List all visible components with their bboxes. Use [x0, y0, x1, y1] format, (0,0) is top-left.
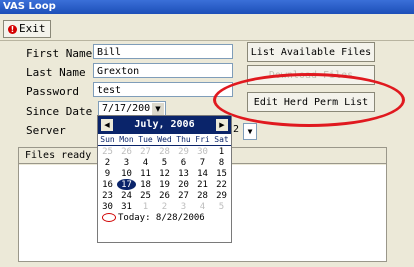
- calendar-day[interactable]: 11: [136, 168, 155, 179]
- calendar-week: 25 26 27 28 29 30 1: [98, 146, 231, 158]
- server-dropdown[interactable]: ▼: [243, 123, 257, 140]
- calendar-day[interactable]: 28: [193, 190, 212, 201]
- calendar-week: 23 24 25 26 27 28 29: [98, 190, 231, 201]
- calendar-day[interactable]: 29: [212, 190, 231, 201]
- calendar-day[interactable]: 4: [193, 201, 212, 212]
- password-label: Password: [26, 85, 79, 98]
- toolbar: ! Exit: [0, 14, 414, 41]
- calendar-today[interactable]: Today: 8/28/2006: [98, 212, 231, 224]
- calendar-day[interactable]: 12: [155, 168, 174, 179]
- calendar-day[interactable]: 20: [174, 179, 193, 190]
- today-label: Today: 8/28/2006: [118, 213, 205, 223]
- calendar-day[interactable]: 19: [155, 179, 174, 190]
- next-month-icon[interactable]: ▶: [216, 119, 228, 131]
- calendar-day[interactable]: 7: [193, 157, 212, 168]
- calendar-day[interactable]: 27: [136, 146, 155, 158]
- server-label: Server: [26, 124, 66, 137]
- calendar-week: 2345678: [98, 157, 231, 168]
- list-available-files-button[interactable]: List Available Files: [247, 42, 375, 62]
- calendar-day[interactable]: 1: [136, 201, 155, 212]
- first-name-label: First Name: [26, 47, 93, 60]
- since-date-value: 7/17/200: [102, 103, 151, 114]
- weekday-header: Tue: [136, 134, 155, 146]
- calendar-day[interactable]: 18: [136, 179, 155, 190]
- calendar-day[interactable]: 3: [174, 201, 193, 212]
- first-name-field[interactable]: Bill: [93, 44, 233, 59]
- calendar-header: ◀ July, 2006 ▶: [98, 116, 231, 134]
- calendar-day[interactable]: 6: [174, 157, 193, 168]
- calendar-day[interactable]: 25: [136, 190, 155, 201]
- calendar-week: 30 31 1 2 3 4 5: [98, 201, 231, 212]
- calendar-day[interactable]: 13: [174, 168, 193, 179]
- calendar-day[interactable]: 5: [212, 201, 231, 212]
- calendar-day[interactable]: 31: [117, 201, 136, 212]
- weekday-header: Sat: [212, 134, 231, 146]
- highlight-ellipse: [213, 73, 405, 127]
- calendar-day[interactable]: 9: [98, 168, 117, 179]
- calendar-day[interactable]: 16: [98, 179, 117, 190]
- calendar-day[interactable]: 14: [193, 168, 212, 179]
- calendar-day[interactable]: 30: [193, 146, 212, 158]
- calendar-day[interactable]: 28: [155, 146, 174, 158]
- calendar-day[interactable]: 27: [174, 190, 193, 201]
- exit-button[interactable]: ! Exit: [3, 20, 51, 38]
- weekday-header: Mon: [117, 134, 136, 146]
- calendar-day[interactable]: 23: [98, 190, 117, 201]
- weekday-header: Thu: [174, 134, 193, 146]
- exit-icon: !: [8, 25, 17, 34]
- calendar-day[interactable]: 2: [155, 201, 174, 212]
- calendar-month-title: July, 2006: [134, 119, 195, 130]
- calendar-day[interactable]: 30: [98, 201, 117, 212]
- calendar-day[interactable]: 24: [117, 190, 136, 201]
- last-name-field[interactable]: Grexton: [93, 63, 233, 78]
- calendar-week: 16 17 18 19 20 21 22: [98, 179, 231, 190]
- weekday-header: Sun: [98, 134, 117, 146]
- calendar-day[interactable]: 21: [193, 179, 212, 190]
- calendar-day[interactable]: 15: [212, 168, 231, 179]
- prev-month-icon[interactable]: ◀: [101, 119, 113, 131]
- calendar-day[interactable]: 29: [174, 146, 193, 158]
- calendar-day[interactable]: 26: [155, 190, 174, 201]
- calendar-week: 9 10 11 12 13 14 15: [98, 168, 231, 179]
- weekday-header: Wed: [155, 134, 174, 146]
- chevron-down-icon[interactable]: ▼: [152, 103, 164, 115]
- calendar-day[interactable]: 5: [155, 157, 174, 168]
- weekday-header: Fri: [193, 134, 212, 146]
- calendar-popup: ◀ July, 2006 ▶ Sun Mon Tue Wed Thu Fri Sat 25 2…: [97, 115, 232, 243]
- server-value: 2: [233, 124, 240, 135]
- calendar-day[interactable]: 8: [212, 157, 231, 168]
- calendar-day[interactable]: 22: [212, 179, 231, 190]
- calendar-day[interactable]: 1: [212, 146, 231, 158]
- calendar-day-selected[interactable]: 17: [117, 179, 136, 190]
- calendar-grid: Sun Mon Tue Wed Thu Fri Sat 25 26 27 28 29 30 1 2 3 4 5 6…: [98, 134, 231, 212]
- calendar-day[interactable]: 10: [117, 168, 136, 179]
- since-date-label: Since Date: [26, 105, 93, 118]
- today-circle-icon: [102, 213, 116, 222]
- last-name-label: Last Name: [26, 66, 86, 79]
- calendar-day[interactable]: 25: [98, 146, 117, 158]
- window-title: VAS Loop: [0, 0, 414, 14]
- calendar-day[interactable]: 3: [117, 157, 136, 168]
- exit-label: Exit: [19, 22, 46, 35]
- password-field[interactable]: test: [93, 82, 233, 97]
- calendar-day[interactable]: 26: [117, 146, 136, 158]
- calendar-day[interactable]: 4: [136, 157, 155, 168]
- calendar-day[interactable]: 2: [98, 157, 117, 168]
